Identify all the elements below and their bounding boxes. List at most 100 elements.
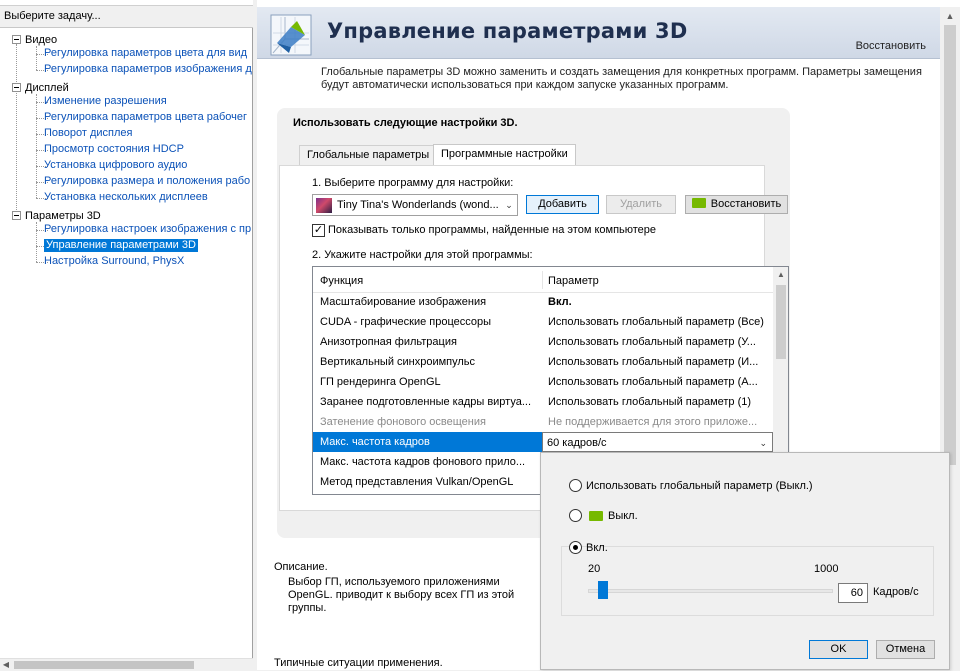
row-feature: Заранее подготовленные кадры виртуа... — [320, 396, 532, 408]
grid-header: Функция Параметр — [313, 267, 773, 293]
program-select[interactable]: Tiny Tina's Wonderlands (wond... ⌄ — [312, 194, 518, 216]
frame-rate-popup: Использовать глобальный параметр (Выкл.)… — [540, 452, 950, 670]
slider-max-label: 1000 — [814, 563, 839, 575]
frame-rate-input[interactable]: 60 — [838, 583, 868, 603]
tab-global-settings[interactable]: Глобальные параметры — [299, 145, 438, 165]
row-feature: Макс. частота кадров фонового прило... — [320, 456, 526, 468]
step2-label: 2. Укажите настройки для этой программы: — [312, 249, 533, 261]
radio-button[interactable] — [569, 479, 582, 492]
collapse-icon[interactable] — [12, 211, 21, 220]
tree-item-desktop-color[interactable]: Регулировка параметров цвета рабочег — [44, 110, 252, 125]
row-feature: Масштабирование изображения — [320, 296, 487, 308]
radio-button[interactable] — [569, 509, 582, 522]
program-select-value: Tiny Tina's Wonderlands (wond... — [337, 199, 499, 211]
tree-item-image-preview[interactable]: Регулировка настроек изображения с пр — [44, 222, 252, 237]
scrollbar-thumb[interactable] — [14, 661, 194, 669]
row-feature: Макс. частота кадров — [313, 432, 542, 452]
restore-program-button[interactable]: Восстановить — [685, 195, 788, 214]
tree-line — [16, 44, 17, 216]
show-found-only-label: Показывать только программы, найденные н… — [328, 224, 657, 236]
radio-use-global-label: Использовать глобальный параметр (Выкл.) — [586, 479, 813, 492]
scrollbar-thumb[interactable] — [944, 25, 956, 465]
chevron-down-icon: ⌄ — [759, 438, 767, 448]
row-feature: ГП рендеринга OpenGL — [320, 376, 441, 388]
slider-min-label: 20 — [588, 563, 601, 575]
tree-item-hdcp[interactable]: Просмотр состояния HDCP — [44, 142, 252, 157]
task-tree-header: Выберите задачу... — [0, 0, 253, 28]
table-row[interactable]: Масштабирование изображения Вкл. — [313, 292, 773, 312]
frame-rate-unit: Кадров/с — [873, 586, 919, 598]
radio-on[interactable]: Вкл. — [569, 541, 608, 554]
collapse-icon[interactable] — [12, 83, 21, 92]
ok-button[interactable]: OK — [809, 640, 868, 659]
description-title: Описание. — [274, 561, 328, 573]
remove-program-button[interactable]: Удалить — [606, 195, 676, 214]
column-header-value[interactable]: Параметр — [548, 275, 599, 287]
frame-rate-group — [561, 546, 934, 616]
chevron-down-icon: ⌄ — [505, 199, 513, 210]
table-row[interactable]: ГП рендеринга OpenGL Использовать глобал… — [313, 372, 773, 392]
radio-off[interactable]: Выкл. — [569, 509, 638, 522]
scrollbar-thumb[interactable] — [776, 285, 786, 359]
nvidia-icon — [589, 510, 603, 521]
3d-settings-icon — [270, 14, 312, 56]
restore-defaults-link[interactable]: Восстановить — [856, 40, 926, 52]
show-found-only-checkbox[interactable]: ✓ — [312, 224, 325, 237]
row-value: Использовать глобальный параметр (1) — [548, 396, 752, 408]
tree-item-manage-3d[interactable]: Управление параметрами 3D — [44, 238, 252, 253]
step1-label: 1. Выберите программу для настройки: — [312, 177, 514, 189]
tree-item-desktop-size[interactable]: Регулировка размера и положения рабо — [44, 174, 252, 189]
radio-on-label: Вкл. — [586, 541, 608, 554]
settings-title: Использовать следующие настройки 3D. — [293, 117, 518, 129]
page-title: Управление параметрами 3D — [327, 19, 688, 43]
table-row[interactable]: Затенение фонового освещения Не поддержи… — [313, 412, 773, 432]
row-feature: CUDA - графические процессоры — [320, 316, 492, 328]
scroll-left-icon[interactable]: ◀ — [0, 659, 12, 671]
row-value: Не поддерживается для этого приложе... — [548, 416, 758, 428]
table-row[interactable]: Вертикальный синхроимпульс Использовать … — [313, 352, 773, 372]
tree-item-digital-audio[interactable]: Установка цифрового аудио — [44, 158, 252, 173]
row-value: 60 кадров/с — [547, 437, 607, 449]
tree-line — [36, 46, 37, 70]
typical-usage-title: Типичные ситуации применения. — [274, 657, 443, 669]
column-divider[interactable] — [542, 271, 543, 289]
tree-item-video-color[interactable]: Регулировка параметров цвета для вид — [44, 46, 252, 61]
tree-line — [36, 222, 37, 262]
tree-group-label: Дисплей — [25, 81, 69, 94]
frame-rate-slider[interactable] — [588, 589, 833, 593]
tree-item-multi-display[interactable]: Установка нескольких дисплеев — [44, 190, 252, 205]
tab-program-settings[interactable]: Программные настройки — [433, 144, 576, 166]
cancel-button[interactable]: Отмена — [876, 640, 935, 659]
max-frame-rate-dropdown[interactable]: 60 кадров/с ⌄ — [542, 432, 773, 452]
row-feature: Анизотропная фильтрация — [320, 336, 457, 348]
row-feature: Метод представления Vulkan/OpenGL — [320, 476, 514, 488]
table-row-selected[interactable]: Макс. частота кадров 60 кадров/с ⌄ — [313, 432, 773, 452]
row-value: Использовать глобальный параметр (А... — [548, 376, 758, 388]
row-value: Использовать глобальный параметр (И... — [548, 356, 759, 368]
collapse-icon[interactable] — [12, 35, 21, 44]
table-row[interactable]: Заранее подготовленные кадры виртуа... И… — [313, 392, 773, 412]
row-feature: Вертикальный синхроимпульс — [320, 356, 476, 368]
scroll-up-icon[interactable]: ▲ — [773, 270, 788, 279]
scroll-up-icon[interactable]: ▲ — [940, 11, 960, 21]
radio-button-checked[interactable] — [569, 541, 582, 554]
game-icon — [316, 197, 332, 213]
radio-use-global[interactable]: Использовать глобальный параметр (Выкл.) — [569, 479, 813, 492]
add-program-button[interactable]: Добавить — [526, 195, 599, 214]
table-row[interactable]: Анизотропная фильтрация Использовать гло… — [313, 332, 773, 352]
slider-handle[interactable] — [598, 581, 609, 599]
column-header-feature[interactable]: Функция — [320, 275, 363, 287]
page-banner: Управление параметрами 3D Восстановить — [257, 7, 940, 59]
table-row[interactable]: CUDA - графические процессоры Использова… — [313, 312, 773, 332]
tree-group-label: Видео — [25, 33, 58, 46]
radio-off-label: Выкл. — [608, 509, 638, 522]
tree-item-resolution[interactable]: Изменение разрешения — [44, 94, 252, 109]
tree-horizontal-scrollbar[interactable]: ◀ — [0, 658, 253, 670]
tree-group-video[interactable]: Видео — [12, 32, 57, 47]
restore-program-label: Восстановить — [710, 198, 782, 210]
tree-group-display[interactable]: Дисплей — [12, 80, 69, 95]
tree-item-video-image[interactable]: Регулировка параметров изображения д — [44, 62, 252, 77]
tree-item-surround-physx[interactable]: Настройка Surround, PhysX — [44, 254, 252, 269]
tree-group-3d[interactable]: Параметры 3D — [12, 208, 101, 223]
tree-item-rotate[interactable]: Поворот дисплея — [44, 126, 252, 141]
